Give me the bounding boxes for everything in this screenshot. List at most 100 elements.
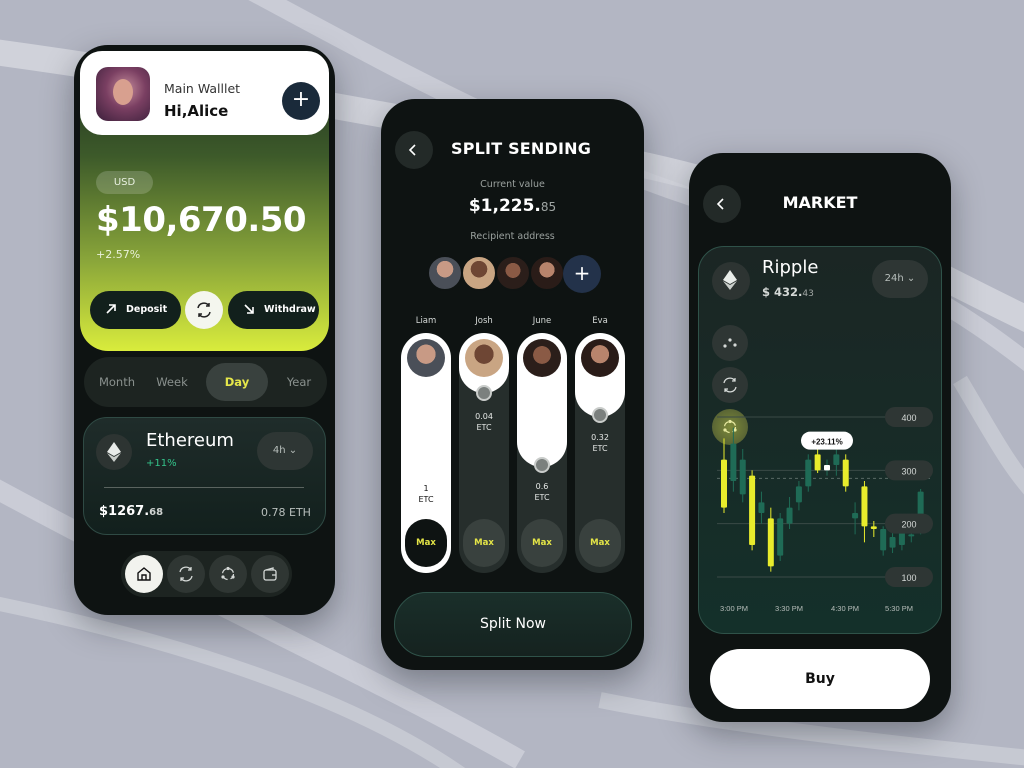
split-now-button[interactable]: Split Now (394, 592, 632, 657)
nav-network[interactable] (209, 555, 247, 593)
amount-slider[interactable]: 0.6 ETC Max (517, 333, 567, 573)
user-avatar[interactable] (96, 67, 150, 121)
candle-body (739, 459, 746, 495)
buy-button[interactable]: Buy (710, 649, 930, 709)
withdraw-button[interactable]: Withdraw (228, 291, 319, 329)
balance-change: +2.57% (96, 248, 141, 261)
period-selector: Month Week Day Year (84, 357, 327, 407)
y-tick-label: 100 (901, 573, 916, 583)
amount-slider[interactable]: 0.32 ETC Max (575, 333, 625, 573)
add-button[interactable]: + (282, 82, 320, 120)
back-button[interactable] (395, 131, 433, 169)
amount-slider[interactable]: 0.04 ETC Max (459, 333, 509, 573)
recipient-label: Recipient address (470, 231, 555, 242)
bottom-navbar (121, 551, 292, 597)
asset-change: +11% (146, 458, 177, 469)
arrow-down-right-icon (244, 304, 254, 314)
slider-handle[interactable] (534, 457, 550, 473)
slider-amount: 1 ETC (418, 484, 434, 504)
candle-body (767, 518, 774, 567)
candle-body (842, 459, 849, 487)
network-icon (221, 566, 235, 581)
market-phone: MARKET Ripple $ 432.43 24h ⌄ 400 300 200 10… (689, 153, 951, 722)
slider-handle[interactable] (592, 407, 608, 423)
chevron-down-icon: ⌄ (288, 445, 298, 456)
recipient-name: Eva (592, 316, 608, 326)
max-button[interactable]: Max (579, 519, 621, 567)
x-tick-label: 3:00 PM (720, 604, 748, 613)
add-recipient-button[interactable]: + (563, 255, 601, 293)
y-tick-label: 300 (901, 466, 916, 476)
candle-body (730, 443, 737, 481)
amount-slider[interactable]: 1 ETC Max (401, 333, 451, 573)
asset-card[interactable]: Ethereum +11% 4h ⌄ $1267.68 0.78 ETH (83, 417, 326, 535)
max-button[interactable]: Max (521, 519, 563, 567)
wallet-greeting: Hi,Alice (164, 102, 229, 120)
candle-body (870, 526, 877, 529)
asset-amount: 0.78 ETH (261, 506, 311, 519)
wallet-header-card: Main Walllet Hi,Alice + (80, 51, 329, 135)
period-week[interactable]: Week (148, 357, 196, 407)
current-value-label: Current value (480, 179, 545, 190)
x-tick-label: 5:30 PM (885, 604, 913, 613)
candle-body (777, 518, 784, 556)
deposit-button[interactable]: Deposit (90, 291, 181, 329)
candle-body (889, 537, 896, 548)
divider (104, 487, 304, 488)
recipient-name: June (532, 316, 552, 326)
candle-body (758, 502, 765, 513)
candle-body (833, 454, 840, 465)
max-button[interactable]: Max (463, 519, 505, 567)
slider-amount: 0.6 ETC (534, 482, 550, 502)
period-month[interactable]: Month (92, 357, 142, 407)
home-icon (137, 567, 151, 581)
candle-body (824, 465, 830, 471)
asset-price: $1267.68 (99, 504, 164, 519)
wallet-icon (263, 567, 277, 581)
nav-wallet[interactable] (251, 555, 289, 593)
recipient-avatar[interactable] (529, 255, 565, 291)
annotation-label: +23.11% (811, 438, 842, 447)
slider-handle[interactable] (476, 385, 492, 401)
ethereum-icon (96, 434, 132, 470)
recipient-avatar (523, 339, 561, 377)
slider-amount: 0.04 ETC (475, 412, 493, 432)
candle-body (795, 486, 802, 503)
nav-home[interactable] (125, 555, 163, 593)
candlestick-chart[interactable]: 400 300 200 100 3:00 PM 3:30 PM 4:30 PM 5:30 PM… (699, 247, 943, 635)
candle-body (721, 459, 727, 508)
chevron-left-icon (408, 144, 416, 156)
candle-body (814, 454, 821, 471)
balance-amount: $10,670.50 (96, 200, 307, 240)
recipient-avatar (581, 339, 619, 377)
candle-body (908, 534, 915, 537)
wallet-subtitle: Main Walllet (164, 81, 241, 96)
interval-value: 4h (272, 445, 286, 456)
interval-dropdown[interactable]: 4h ⌄ (257, 432, 313, 470)
swap-button[interactable] (185, 291, 223, 329)
max-button[interactable]: Max (405, 519, 447, 567)
period-year[interactable]: Year (276, 357, 322, 407)
x-tick-label: 3:30 PM (775, 604, 803, 613)
recipient-avatar[interactable] (427, 255, 463, 291)
slider-amount: 0.32 ETC (591, 433, 609, 453)
candle-body (749, 475, 756, 545)
withdraw-label: Withdraw (264, 304, 316, 315)
current-value: $1,225.85 (468, 196, 557, 216)
candle-body (880, 529, 887, 551)
page-title: SPLIT SENDING (451, 139, 592, 158)
x-tick-label: 4:30 PM (831, 604, 859, 613)
recipient-name: Josh (475, 316, 493, 326)
currency-pill[interactable]: USD (96, 171, 153, 194)
nav-swap[interactable] (167, 555, 205, 593)
recipient-avatar[interactable] (495, 255, 531, 291)
y-tick-label: 200 (901, 520, 916, 530)
recipient-name: Liam (415, 316, 437, 326)
recipient-avatar (465, 339, 503, 377)
recipient-avatar[interactable] (461, 255, 497, 291)
wallet-phone: Main Walllet Hi,Alice + USD $10,670.50 +… (74, 45, 335, 615)
candle-body (861, 486, 868, 527)
market-card: Ripple $ 432.43 24h ⌄ 400 300 200 100 3:00 P… (698, 246, 942, 634)
period-day[interactable]: Day (206, 363, 268, 401)
candle-body (805, 459, 812, 487)
